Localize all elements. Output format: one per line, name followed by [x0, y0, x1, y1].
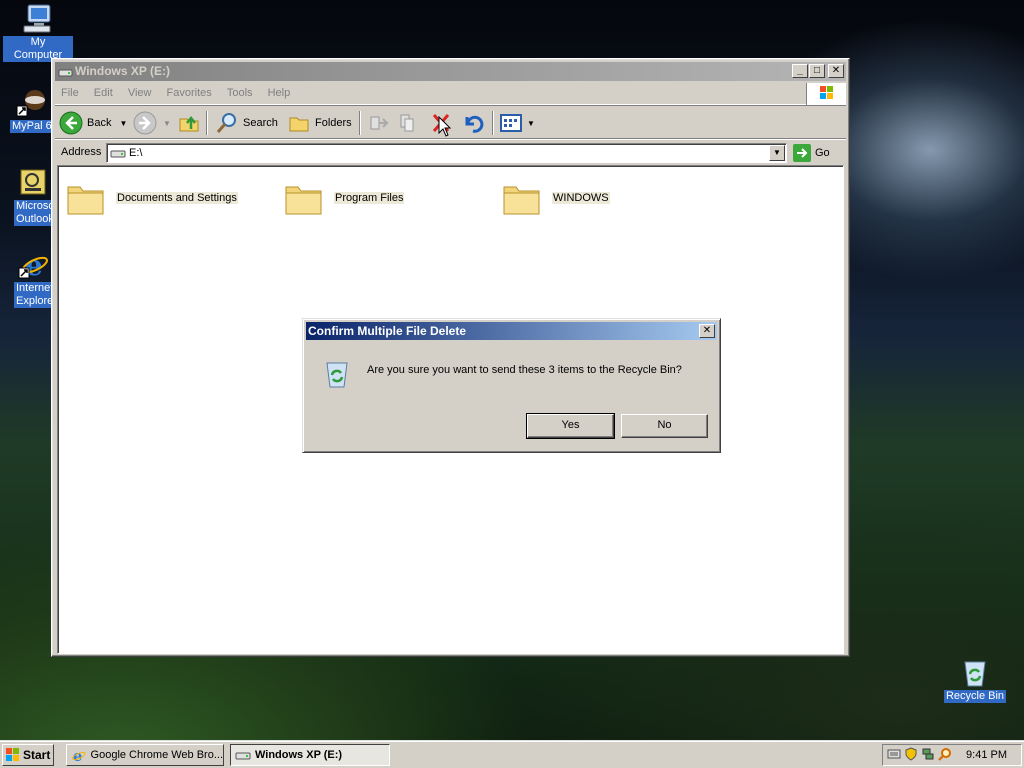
address-value: E:\ — [129, 147, 143, 159]
dialog-close-button[interactable]: ✕ — [699, 324, 715, 338]
drive-icon — [58, 65, 73, 77]
recycle-bin-icon — [959, 656, 991, 688]
mouse-cursor-icon — [438, 115, 452, 138]
internet-explorer-icon: e — [72, 748, 86, 763]
chevron-down-icon[interactable]: ▼ — [163, 119, 171, 128]
views-button[interactable]: ▼ — [499, 110, 535, 136]
desktop-icon-label: Recycle Bin — [943, 690, 1007, 703]
network-icon[interactable] — [921, 747, 935, 764]
window-title: Windows XP (E:) — [75, 64, 171, 78]
folder-item[interactable]: Program Files — [284, 178, 405, 218]
address-input[interactable]: E:\ ▼ — [106, 143, 787, 163]
folders-label: Folders — [315, 117, 352, 129]
move-to-icon — [370, 116, 389, 130]
desktop-icon-mypal[interactable]: MyPal 6 — [10, 86, 52, 133]
copy-to-button[interactable] — [397, 110, 421, 136]
clock[interactable]: 9:41 PM — [966, 749, 1007, 761]
dialog-title: Confirm Multiple File Delete — [308, 324, 467, 338]
menu-edit[interactable]: Edit — [88, 83, 119, 103]
taskbar: Start e Google Chrome Web Bro... Windows… — [0, 740, 1024, 768]
desktop-icon-outlook[interactable]: Microsoft Outlook — [14, 166, 52, 226]
search-button[interactable]: Search — [215, 110, 278, 136]
undo-button[interactable] — [461, 110, 485, 136]
close-button[interactable]: ✕ — [828, 64, 844, 78]
windows-logo-icon — [6, 748, 19, 761]
internet-explorer-icon: e — [17, 248, 49, 282]
go-arrow-icon — [793, 144, 811, 162]
views-icon — [500, 114, 522, 132]
outlook-icon — [17, 166, 49, 198]
drive-icon — [110, 147, 126, 165]
start-button[interactable]: Start — [2, 744, 54, 766]
menu-bar: File Edit View Favorites Tools Help — [55, 83, 846, 105]
copy-to-icon — [400, 114, 414, 132]
folder-icon — [67, 186, 104, 215]
system-tray: 9:41 PM — [882, 744, 1022, 766]
menu-view[interactable]: View — [122, 83, 158, 103]
forward-arrow-icon — [133, 111, 157, 135]
dialog-message: Are you sure you want to send these 3 it… — [367, 364, 682, 376]
folder-label: WINDOWS — [552, 192, 610, 204]
folder-label: Program Files — [334, 192, 405, 204]
up-folder-button[interactable] — [177, 110, 201, 136]
menu-file[interactable]: File — [55, 83, 85, 103]
toolbar-separator — [359, 111, 361, 135]
keyboard-icon[interactable] — [887, 748, 901, 763]
desktop-icon-label: Internet Explorer — [14, 282, 52, 308]
go-label: Go — [815, 147, 830, 159]
drive-icon — [235, 752, 251, 760]
back-button[interactable]: Back ▼ — [59, 110, 127, 136]
desktop-icon-label: Microsoft Outlook — [14, 200, 52, 226]
back-arrow-icon — [59, 111, 83, 135]
folder-item[interactable]: WINDOWS — [502, 178, 610, 218]
address-dropdown-button[interactable]: ▼ — [769, 145, 785, 161]
folder-icon — [503, 186, 540, 215]
search-tray-icon[interactable] — [938, 747, 952, 764]
taskbar-button-explorer[interactable]: Windows XP (E:) — [230, 744, 390, 766]
desktop-icon-label: MyPal 6 — [10, 120, 52, 133]
taskbar-button-chrome[interactable]: e Google Chrome Web Bro... — [66, 744, 224, 766]
window-titlebar[interactable]: Windows XP (E:) _ □ ✕ — [55, 62, 846, 81]
taskbar-button-label: Windows XP (E:) — [255, 749, 343, 761]
move-to-button[interactable] — [367, 110, 391, 136]
chevron-down-icon[interactable]: ▼ — [119, 119, 127, 128]
folders-icon — [289, 117, 309, 132]
toolbar-separator — [492, 111, 494, 135]
menu-tools[interactable]: Tools — [221, 83, 259, 103]
dialog-titlebar[interactable]: Confirm Multiple File Delete ✕ — [306, 322, 717, 340]
folder-icon — [285, 186, 322, 215]
back-label: Back — [87, 117, 112, 129]
search-icon — [216, 113, 236, 133]
desktop-icon-recycle-bin[interactable]: Recycle Bin — [940, 656, 1010, 703]
search-label: Search — [243, 117, 278, 129]
no-button[interactable]: No — [621, 414, 708, 438]
folder-label: Documents and Settings — [116, 192, 238, 204]
forward-button[interactable]: ▼ — [133, 110, 171, 136]
mypal-icon — [15, 86, 47, 118]
windows-flag-icon — [806, 83, 846, 105]
undo-icon — [465, 115, 484, 133]
go-button[interactable]: Go — [793, 144, 830, 162]
address-label: Address — [61, 146, 102, 158]
desktop-icon-internet-explorer[interactable]: e Internet Explorer — [14, 248, 52, 308]
menu-favorites[interactable]: Favorites — [161, 83, 218, 103]
address-bar: Address E:\ ▼ Go — [55, 141, 846, 165]
desktop-icon-my-computer[interactable]: My Computer — [3, 2, 73, 62]
security-shield-icon[interactable] — [904, 746, 918, 764]
maximize-button[interactable]: □ — [809, 64, 825, 78]
chevron-down-icon[interactable]: ▼ — [527, 119, 535, 128]
yes-button[interactable]: Yes — [526, 413, 615, 439]
taskbar-button-label: Google Chrome Web Bro... — [90, 749, 223, 761]
my-computer-icon — [22, 2, 54, 34]
toolbar-separator — [206, 111, 208, 135]
recycle-bin-icon — [321, 357, 353, 389]
confirm-delete-dialog: Confirm Multiple File Delete ✕ Are you s… — [302, 318, 721, 453]
folders-button[interactable]: Folders — [287, 110, 352, 136]
start-label: Start — [23, 748, 51, 762]
folder-item[interactable]: Documents and Settings — [66, 178, 238, 218]
up-folder-icon — [179, 115, 199, 132]
menu-help[interactable]: Help — [262, 83, 297, 103]
minimize-button[interactable]: _ — [792, 64, 808, 78]
